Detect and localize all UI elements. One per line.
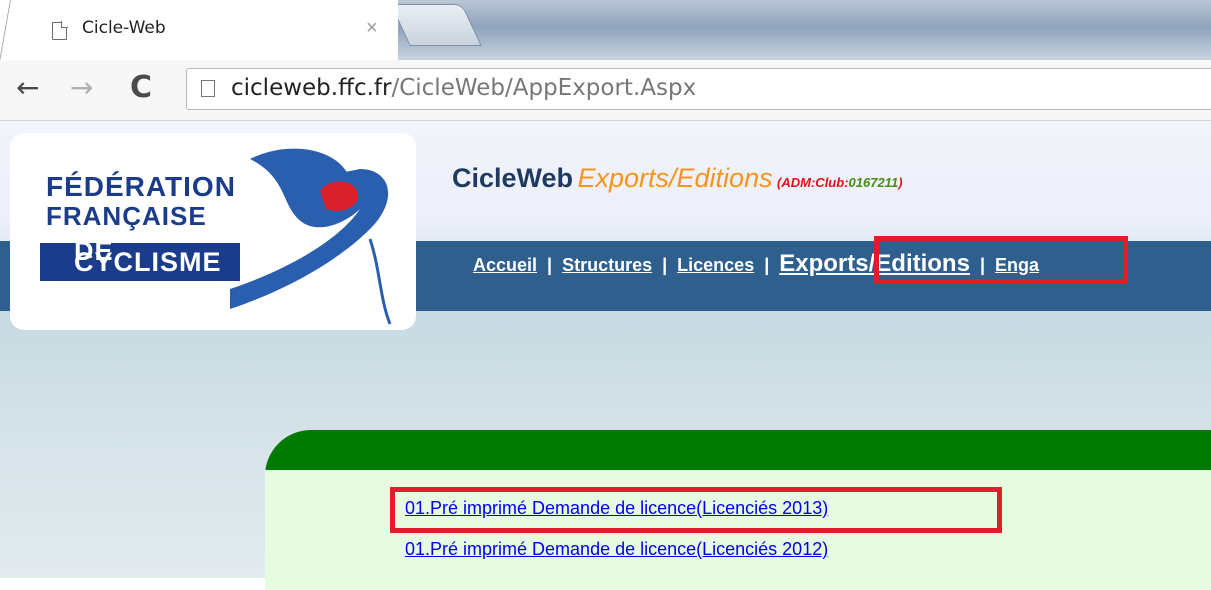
menu-highlight-box — [874, 236, 1128, 284]
adm-prefix: (ADM:Club: — [777, 175, 849, 190]
tabstrip-background — [398, 0, 1211, 60]
tab-edge — [0, 0, 14, 60]
brand-name: CicleWeb — [452, 163, 574, 193]
browser-toolbar: ← → C cicleweb.ffc.fr/CicleWeb/AppExport… — [0, 60, 1211, 121]
back-arrow-icon[interactable]: ← — [16, 72, 39, 104]
menu-item-structures[interactable]: Structures — [562, 255, 652, 275]
section-name: Exports/Editions — [577, 163, 773, 193]
page-icon — [52, 21, 68, 40]
menu-item-accueil[interactable]: Accueil — [473, 255, 537, 275]
tab-close-icon[interactable]: × — [366, 17, 378, 40]
tab-title: Cicle-Web — [82, 18, 166, 38]
export-link-2012[interactable]: 01.Pré imprimé Demande de licence(Licenc… — [405, 539, 828, 560]
adm-badge: (ADM:Club:0167211) — [777, 175, 902, 190]
menu-separator: | — [764, 255, 770, 275]
ffc-logo[interactable]: FÉDÉRATION FRANÇAISE DE CYCLISME — [10, 133, 416, 330]
reload-icon[interactable]: C — [130, 72, 152, 104]
panel-header — [265, 430, 1211, 470]
forward-arrow-icon[interactable]: → — [70, 72, 93, 104]
logo-line-2: FRANÇAISE — [46, 201, 207, 231]
logo-line-1: FÉDÉRATION — [46, 171, 236, 202]
menu-separator: | — [662, 255, 668, 275]
logo-band: DE CYCLISME — [40, 238, 240, 281]
page-icon — [201, 80, 215, 97]
browser-tab[interactable]: Cicle-Web × — [14, 0, 398, 60]
menu-item-licences[interactable]: Licences — [677, 255, 754, 275]
adm-suffix: ) — [898, 175, 903, 190]
url-text[interactable]: cicleweb.ffc.fr/CicleWeb/AppExport.Aspx — [231, 75, 696, 101]
link-highlight-box — [390, 487, 1002, 533]
menu-separator: | — [547, 255, 553, 275]
club-code: 0167211 — [848, 175, 899, 190]
url-host: cicleweb.ffc.fr — [231, 75, 392, 101]
site-title: CicleWeb Exports/Editions (ADM:Club:0167… — [452, 163, 903, 194]
url-path: /CicleWeb/AppExport.Aspx — [391, 75, 697, 101]
logo-band-text: CYCLISME — [74, 247, 222, 277]
address-bar[interactable]: cicleweb.ffc.fr/CicleWeb/AppExport.Aspx — [186, 68, 1211, 110]
cyclist-swoosh-icon — [230, 148, 392, 325]
